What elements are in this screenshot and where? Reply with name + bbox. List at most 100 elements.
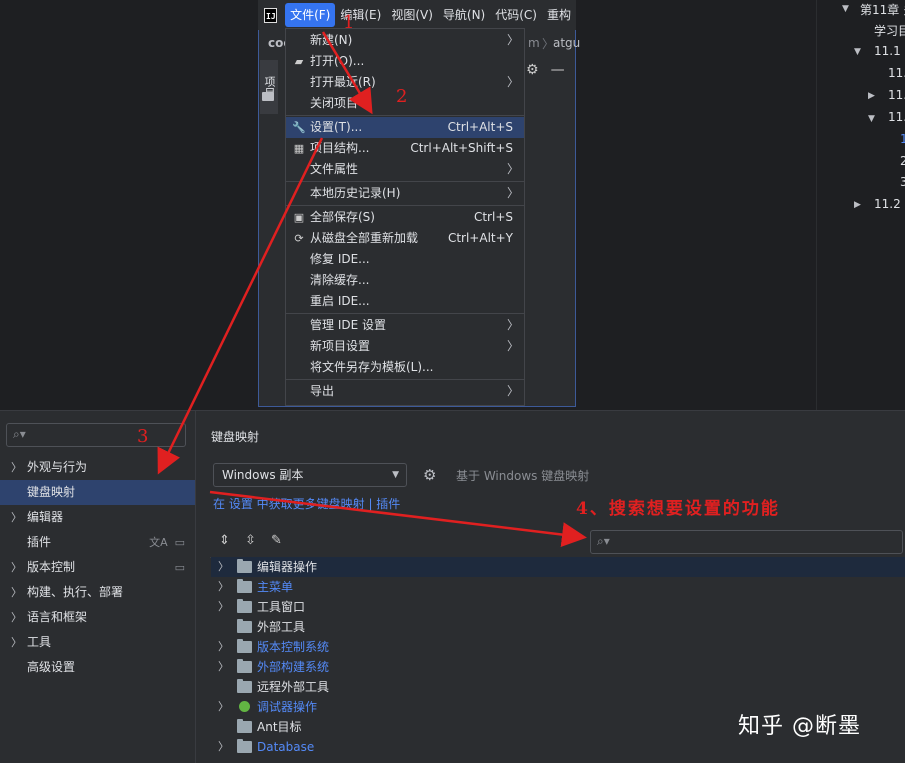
menu-code[interactable]: 代码(C) (490, 3, 542, 27)
menu-item-new[interactable]: 新建(N) 〉 (286, 30, 524, 51)
nav-version-control[interactable]: 〉 版本控制 ▭ (0, 555, 195, 580)
chevron-right-icon: 〉 (11, 511, 22, 524)
search-icon: ⌕▾ (597, 534, 610, 548)
menu-item-invalidate-caches[interactable]: 清除缓存... (286, 270, 524, 291)
nav-advanced-settings[interactable]: 高级设置 (0, 655, 195, 680)
chevron-right-icon: 〉 (11, 586, 22, 599)
nav-label: 工具 (27, 635, 52, 649)
annotation-step-4: 4、搜索想要设置的功能 (576, 499, 780, 519)
chevron-right-icon: 〉 (506, 186, 519, 200)
menu-item-repair-ide[interactable]: 修复 IDE... (286, 249, 524, 270)
outline-item[interactable]: 第11章 多 (860, 1, 905, 18)
menu-item-label: 打开最近(R) (310, 75, 376, 89)
tree-row[interactable]: 〉 版本控制系统 (211, 637, 905, 657)
remote-tools-icon (237, 679, 252, 693)
tree-row[interactable]: 〉 外部构建系统 (211, 657, 905, 677)
menu-item-reload-all[interactable]: ⟳ 从磁盘全部重新加载 Ctrl+Alt+Y (286, 228, 524, 249)
menu-view[interactable]: 视图(V) (386, 3, 438, 27)
nav-label: 编辑器 (27, 510, 64, 524)
tree-row[interactable]: 〉 编辑器操作 (211, 557, 905, 577)
menu-item-label: 打开(O)... (310, 54, 365, 68)
minimize-icon[interactable]: — (551, 62, 565, 80)
tree-label: Database (257, 740, 315, 754)
menu-item-shortcut: Ctrl+Alt+Y (447, 231, 513, 245)
nav-languages-frameworks[interactable]: 〉 语言和框架 (0, 605, 195, 630)
tree-row[interactable]: 远程外部工具 (211, 677, 905, 697)
project-level-icon: ▭ (174, 561, 185, 574)
reload-icon: ⟳ (294, 232, 304, 245)
keymap-search-input[interactable]: ⌕▾ (590, 530, 903, 554)
chevron-right-icon: 〉 (11, 461, 22, 474)
menu-item-save-as-template[interactable]: 将文件另存为模板(L)... (286, 357, 524, 378)
nav-build-execution[interactable]: 〉 构建、执行、部署 (0, 580, 195, 605)
nav-tools[interactable]: 〉 工具 (0, 630, 195, 655)
outline-item[interactable]: 11.1 (888, 88, 905, 102)
menu-separator (286, 181, 524, 182)
outline-item[interactable]: 11.1 (888, 110, 905, 124)
settings-search-input[interactable]: ⌕▾ (6, 423, 186, 447)
tree-label: 外部构建系统 (257, 660, 330, 674)
editor-actions-icon (237, 559, 252, 573)
intellij-logo-icon: IJ (264, 7, 278, 23)
nav-appearance-behavior[interactable]: 〉 外观与行为 (0, 455, 195, 480)
nav-label: 版本控制 (27, 560, 76, 574)
get-keymaps-link[interactable]: 在 设置 中获取更多键盘映射 | 插件 (213, 495, 400, 512)
outline-item[interactable]: 11.1 C (874, 44, 905, 58)
breadcrumb-item[interactable]: m (528, 36, 540, 50)
outline-item[interactable]: 11.2 I (874, 197, 905, 211)
menu-separator (286, 115, 524, 116)
chevron-down-icon[interactable]: ▼ (842, 4, 849, 14)
menu-item-local-history[interactable]: 本地历史记录(H) 〉 (286, 183, 524, 204)
gear-icon[interactable]: ⚙ (423, 466, 436, 484)
expand-all-icon[interactable]: ⇕ (219, 533, 230, 548)
menu-file[interactable]: 文件(F) (285, 3, 336, 27)
outline-item[interactable]: 学习目 (874, 22, 905, 39)
tree-row[interactable]: 外部工具 (211, 617, 905, 637)
chevron-down-icon[interactable]: ▼ (868, 114, 875, 124)
collapse-all-icon[interactable]: ⇳ (245, 533, 256, 548)
tree-row[interactable]: 〉 Database (211, 737, 905, 757)
build-system-icon (237, 659, 252, 673)
menu-refactor[interactable]: 重构 (542, 3, 576, 27)
outline-item[interactable]: 2 (900, 154, 905, 168)
menu-item-manage-ide-settings[interactable]: 管理 IDE 设置 〉 (286, 315, 524, 336)
nav-plugins[interactable]: 插件 文A ▭ (0, 530, 195, 555)
menu-item-restart-ide[interactable]: 重启 IDE... (286, 291, 524, 312)
menu-item-label: 清除缓存... (310, 273, 370, 287)
menu-item-label: 全部保存(S) (310, 210, 375, 224)
chevron-right-icon: 〉 (11, 561, 22, 574)
nav-keymap[interactable]: 键盘映射 (0, 480, 195, 505)
menu-item-project-structure[interactable]: ▦ 项目结构... Ctrl+Alt+Shift+S (286, 138, 524, 159)
annotation-step-1: 1 (343, 12, 355, 33)
external-tools-icon (237, 619, 252, 633)
menu-item-new-project-settings[interactable]: 新项目设置 〉 (286, 336, 524, 357)
nav-label: 键盘映射 (27, 485, 76, 499)
keymap-scheme-select[interactable]: Windows 副本 ▼ (213, 463, 407, 487)
folder-open-icon: ▰ (294, 55, 304, 68)
chevron-right-icon: 〉 (218, 640, 229, 653)
menu-item-save-all[interactable]: ▣ 全部保存(S) Ctrl+S (286, 207, 524, 228)
tree-row[interactable]: 〉 主菜单 (211, 577, 905, 597)
menu-item-settings[interactable]: 🔧 设置(T)... Ctrl+Alt+S (286, 117, 524, 138)
project-tool-tab[interactable]: 项目 (260, 60, 278, 114)
chevron-down-icon[interactable]: ▼ (854, 47, 861, 57)
menu-item-export[interactable]: 导出 〉 (286, 381, 524, 402)
chevron-right-icon: 〉 (218, 560, 229, 573)
menu-item-label: 从磁盘全部重新加载 (310, 231, 419, 245)
outline-item[interactable]: 1 (900, 132, 905, 146)
outline-item[interactable]: 3 (900, 175, 905, 189)
tree-row[interactable]: 〉 工具窗口 (211, 597, 905, 617)
menu-item-open[interactable]: ▰ 打开(O)... (286, 51, 524, 72)
chevron-right-icon[interactable]: ▶ (868, 91, 875, 101)
menu-navigate[interactable]: 导航(N) (438, 3, 490, 27)
gear-icon[interactable]: ⚙ (526, 62, 539, 80)
chevron-right-icon: 〉 (11, 611, 22, 624)
chevron-right-icon[interactable]: ▶ (854, 200, 861, 210)
nav-editor[interactable]: 〉 编辑器 (0, 505, 195, 530)
divider (816, 0, 817, 410)
breadcrumb-item[interactable]: atgu (553, 36, 580, 50)
menu-item-file-properties[interactable]: 文件属性 〉 (286, 159, 524, 180)
chevron-right-icon: 〉 (506, 318, 519, 332)
outline-item[interactable]: 11.1 (888, 66, 905, 80)
edit-icon[interactable]: ✎ (271, 533, 282, 548)
